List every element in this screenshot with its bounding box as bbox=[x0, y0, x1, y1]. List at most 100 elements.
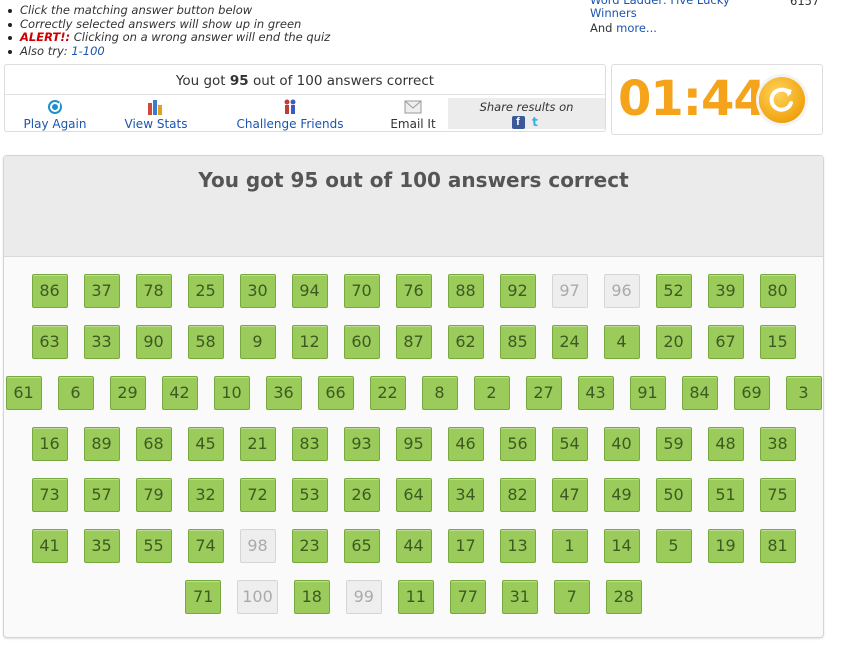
more-link[interactable]: more... bbox=[616, 21, 657, 35]
answer-button[interactable]: 94 bbox=[291, 274, 328, 308]
answer-button[interactable]: 49 bbox=[603, 478, 640, 512]
answer-button[interactable]: 13 bbox=[499, 529, 536, 563]
answer-button[interactable]: 41 bbox=[31, 529, 68, 563]
answer-button[interactable]: 43 bbox=[577, 376, 614, 410]
answer-button[interactable]: 70 bbox=[343, 274, 380, 308]
answer-button[interactable]: 32 bbox=[187, 478, 224, 512]
answer-button[interactable]: 91 bbox=[629, 376, 666, 410]
answer-button[interactable]: 26 bbox=[343, 478, 380, 512]
answer-button[interactable]: 82 bbox=[499, 478, 536, 512]
answer-button[interactable]: 4 bbox=[603, 325, 640, 359]
answer-button[interactable]: 24 bbox=[551, 325, 588, 359]
answer-button[interactable]: 9 bbox=[239, 325, 276, 359]
answer-button[interactable]: 69 bbox=[733, 376, 770, 410]
view-stats-button[interactable]: View Stats bbox=[123, 99, 189, 131]
answer-button[interactable]: 52 bbox=[655, 274, 692, 308]
answer-button[interactable]: 72 bbox=[239, 478, 276, 512]
answer-button[interactable]: 89 bbox=[83, 427, 120, 461]
answer-button[interactable]: 86 bbox=[31, 274, 68, 308]
answer-button[interactable]: 61 bbox=[5, 376, 42, 410]
answer-button[interactable]: 21 bbox=[239, 427, 276, 461]
answer-button[interactable]: 31 bbox=[501, 580, 538, 614]
answer-button[interactable]: 54 bbox=[551, 427, 588, 461]
answer-button[interactable]: 47 bbox=[551, 478, 588, 512]
answer-button[interactable]: 55 bbox=[135, 529, 172, 563]
email-it-button[interactable]: Email It bbox=[388, 99, 438, 131]
answer-button[interactable]: 87 bbox=[395, 325, 432, 359]
answer-button[interactable]: 75 bbox=[759, 478, 796, 512]
answer-button[interactable]: 30 bbox=[239, 274, 276, 308]
answer-button[interactable]: 5 bbox=[655, 529, 692, 563]
answer-button[interactable]: 85 bbox=[499, 325, 536, 359]
answer-button[interactable]: 90 bbox=[135, 325, 172, 359]
answer-button[interactable]: 14 bbox=[603, 529, 640, 563]
answer-button[interactable]: 11 bbox=[397, 580, 434, 614]
answer-button[interactable]: 29 bbox=[109, 376, 146, 410]
answer-button[interactable]: 39 bbox=[707, 274, 744, 308]
answer-button[interactable]: 81 bbox=[759, 529, 796, 563]
answer-button[interactable]: 76 bbox=[395, 274, 432, 308]
answer-button[interactable]: 58 bbox=[187, 325, 224, 359]
answer-button[interactable]: 65 bbox=[343, 529, 380, 563]
answer-button[interactable]: 42 bbox=[161, 376, 198, 410]
answer-button[interactable]: 60 bbox=[343, 325, 380, 359]
answer-button[interactable]: 48 bbox=[707, 427, 744, 461]
answer-button[interactable]: 88 bbox=[447, 274, 484, 308]
answer-button[interactable]: 63 bbox=[31, 325, 68, 359]
answer-button[interactable]: 15 bbox=[759, 325, 796, 359]
answer-button[interactable]: 57 bbox=[83, 478, 120, 512]
answer-button[interactable]: 33 bbox=[83, 325, 120, 359]
answer-button[interactable]: 7 bbox=[553, 580, 590, 614]
answer-button[interactable]: 23 bbox=[291, 529, 328, 563]
also-try-link[interactable]: 1-100 bbox=[71, 44, 104, 58]
answer-button[interactable]: 98 bbox=[239, 529, 276, 563]
answer-button[interactable]: 80 bbox=[759, 274, 796, 308]
answer-button[interactable]: 25 bbox=[187, 274, 224, 308]
answer-button[interactable]: 62 bbox=[447, 325, 484, 359]
play-again-button[interactable]: Play Again bbox=[23, 99, 87, 131]
answer-button[interactable]: 68 bbox=[135, 427, 172, 461]
answer-button[interactable]: 17 bbox=[447, 529, 484, 563]
answer-button[interactable]: 92 bbox=[499, 274, 536, 308]
answer-button[interactable]: 36 bbox=[265, 376, 302, 410]
answer-button[interactable]: 28 bbox=[605, 580, 642, 614]
challenge-friends-button[interactable]: Challenge Friends bbox=[235, 99, 345, 131]
answer-button[interactable]: 99 bbox=[345, 580, 382, 614]
answer-button[interactable]: 27 bbox=[525, 376, 562, 410]
answer-button[interactable]: 56 bbox=[499, 427, 536, 461]
answer-button[interactable]: 67 bbox=[707, 325, 744, 359]
twitter-icon[interactable]: t bbox=[529, 116, 542, 129]
answer-button[interactable]: 96 bbox=[603, 274, 640, 308]
answer-button[interactable]: 38 bbox=[759, 427, 796, 461]
answer-button[interactable]: 53 bbox=[291, 478, 328, 512]
answer-button[interactable]: 20 bbox=[655, 325, 692, 359]
answer-button[interactable]: 22 bbox=[369, 376, 406, 410]
answer-button[interactable]: 40 bbox=[603, 427, 640, 461]
answer-button[interactable]: 10 bbox=[213, 376, 250, 410]
answer-button[interactable]: 84 bbox=[681, 376, 718, 410]
answer-button[interactable]: 37 bbox=[83, 274, 120, 308]
answer-button[interactable]: 2 bbox=[473, 376, 510, 410]
answer-button[interactable]: 16 bbox=[31, 427, 68, 461]
answer-button[interactable]: 77 bbox=[449, 580, 486, 614]
answer-button[interactable]: 74 bbox=[187, 529, 224, 563]
answer-button[interactable]: 73 bbox=[31, 478, 68, 512]
answer-button[interactable]: 8 bbox=[421, 376, 458, 410]
answer-button[interactable]: 93 bbox=[343, 427, 380, 461]
answer-button[interactable]: 45 bbox=[187, 427, 224, 461]
answer-button[interactable]: 66 bbox=[317, 376, 354, 410]
answer-button[interactable]: 18 bbox=[293, 580, 330, 614]
answer-button[interactable]: 34 bbox=[447, 478, 484, 512]
answer-button[interactable]: 64 bbox=[395, 478, 432, 512]
related-quiz-link[interactable]: Word Ladder: Five Lucky Winners bbox=[590, 0, 760, 20]
answer-button[interactable]: 3 bbox=[785, 376, 822, 410]
answer-button[interactable]: 78 bbox=[135, 274, 172, 308]
answer-button[interactable]: 59 bbox=[655, 427, 692, 461]
answer-button[interactable]: 44 bbox=[395, 529, 432, 563]
answer-button[interactable]: 83 bbox=[291, 427, 328, 461]
answer-button[interactable]: 35 bbox=[83, 529, 120, 563]
answer-button[interactable]: 100 bbox=[237, 580, 278, 614]
answer-button[interactable]: 71 bbox=[185, 580, 222, 614]
restart-button[interactable] bbox=[759, 77, 805, 123]
answer-button[interactable]: 1 bbox=[551, 529, 588, 563]
